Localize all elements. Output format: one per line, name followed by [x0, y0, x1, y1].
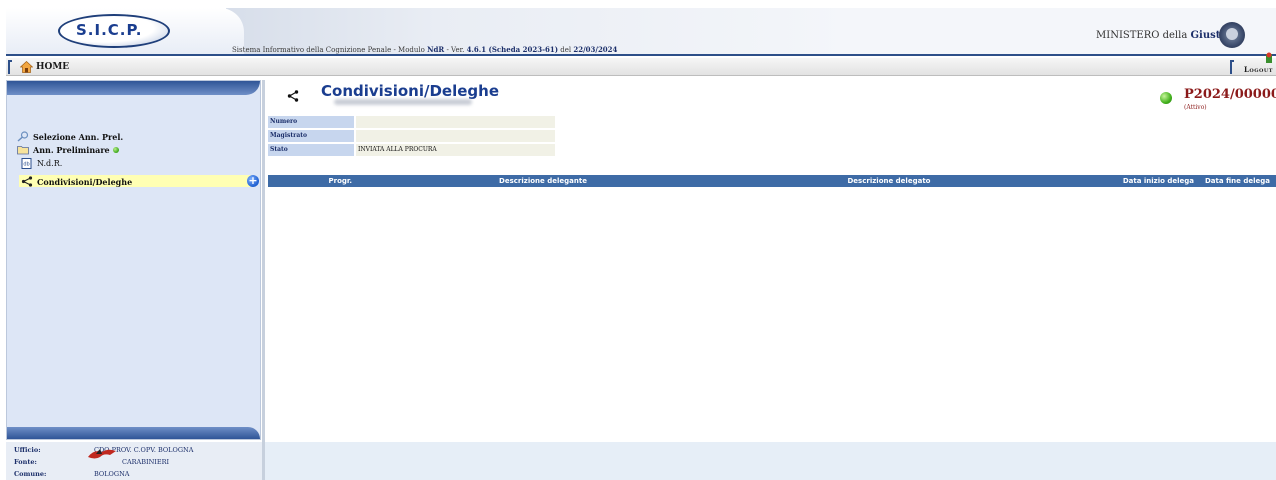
sidebar-item-selezione[interactable]: Selezione Ann. Prel. — [17, 130, 123, 143]
deleghe-table: Progr. Descrizione delegante Descrizione… — [268, 175, 1276, 187]
comune-value: BOLOGNA — [94, 470, 130, 478]
ministry-prefix: MINISTERO della — [1096, 30, 1191, 41]
subtitle-mid: - Ver. — [444, 46, 467, 54]
header-divider — [6, 54, 1276, 56]
sicp-logo-text: S.I.C.P. — [76, 21, 143, 39]
logout-tab-corner — [1230, 60, 1234, 74]
fonte-value: CARABINIERI — [122, 458, 170, 466]
field-label: Stato — [268, 144, 354, 156]
sidebar-cap-bottom — [7, 427, 260, 439]
home-tab-corner — [8, 60, 12, 74]
sidebar-item-label: Selezione Ann. Prel. — [33, 131, 124, 142]
page-title: Condivisioni/Deleghe — [321, 82, 499, 100]
column-header-delegante[interactable]: Descrizione delegante — [374, 175, 712, 187]
procedure-id: P2024/00000930 — [1184, 87, 1276, 102]
sidebar-item-ann-preliminare[interactable]: Ann. Preliminare — [17, 143, 119, 156]
vertical-divider — [262, 80, 265, 480]
sidebar: Selezione Ann. Prel. Ann. Preliminare db… — [6, 80, 261, 440]
column-header-data-inizio[interactable]: Data inizio delega — [1066, 175, 1200, 187]
sidebar-item-label: Ann. Preliminare — [33, 144, 110, 155]
info-grid: Numero procura/ricevuta Magistrato Stato… — [268, 116, 555, 158]
add-delega-button[interactable]: + — [247, 175, 259, 187]
carabinieri-logo-icon — [88, 449, 116, 459]
home-icon[interactable] — [20, 61, 33, 73]
header: S.I.C.P. Sistema Informativo della Cogni… — [0, 0, 1276, 56]
info-row-stato: Stato INVIATA ALLA PROCURA — [268, 144, 555, 156]
sidebar-item-label: Condivisioni/Deleghe — [37, 176, 133, 187]
info-row-magistrato: Magistrato — [268, 130, 555, 142]
subtitle-prefix: Sistema Informativo della Cognizione Pen… — [232, 46, 428, 54]
comune-label: Comune: — [14, 470, 47, 478]
column-header-data-fine[interactable]: Data fine delega — [1200, 175, 1276, 187]
document-icon: db — [21, 158, 32, 169]
folder-icon — [17, 146, 29, 155]
field-label: Numero procura/ricevuta — [268, 116, 354, 137]
fonte-label: Fonte: — [14, 458, 37, 466]
field-value — [356, 130, 555, 142]
sidebar-cap-top — [7, 81, 260, 95]
column-header-progr[interactable]: Progr. — [268, 175, 374, 187]
logout-icon[interactable] — [1263, 52, 1275, 64]
procedure-status: (Attivo) — [1184, 104, 1207, 111]
footer-right-band — [265, 442, 1276, 480]
table-header: Progr. Descrizione delegante Descrizione… — [268, 175, 1276, 187]
redacted-subtitle — [334, 99, 472, 105]
republic-emblem-icon — [1219, 22, 1245, 48]
app-window: S.I.C.P. Sistema Informativo della Cogni… — [0, 0, 1276, 480]
field-value: INVIATA ALLA PROCURA — [356, 144, 555, 156]
share-icon — [21, 176, 33, 187]
page-share-icon — [287, 90, 299, 102]
sidebar-item-condivisioni[interactable]: Condivisioni/Deleghe — [21, 175, 132, 188]
ufficio-label: Ufficio: — [14, 446, 41, 454]
home-link[interactable]: HOME — [36, 62, 69, 72]
logout-link[interactable]: Logout — [1244, 65, 1273, 74]
svg-text:db: db — [23, 162, 29, 168]
sidebar-item-label: N.d.R. — [37, 159, 63, 168]
search-icon — [17, 131, 29, 142]
sidebar-item-ndr[interactable]: db N.d.R. — [21, 157, 62, 170]
status-active-icon — [112, 146, 119, 153]
subtitle-version: 4.6.1 (Scheda 2023-61) — [466, 45, 559, 54]
subtitle-date-prefix: del — [558, 46, 574, 54]
column-header-delegato[interactable]: Descrizione delegato — [712, 175, 1066, 187]
footer-info: Ufficio: CDO PROV. C.OPV. BOLOGNA Fonte:… — [6, 442, 262, 480]
home-bar: HOME Logout — [6, 52, 1276, 76]
app-subtitle: Sistema Informativo della Cognizione Pen… — [232, 45, 617, 54]
field-label: Magistrato — [268, 130, 354, 142]
subtitle-date: 22/03/2024 — [573, 45, 618, 54]
field-value — [356, 116, 555, 128]
status-active-icon — [1160, 92, 1172, 104]
info-row-numero: Numero procura/ricevuta — [268, 116, 555, 137]
subtitle-module: NdR — [427, 45, 445, 54]
